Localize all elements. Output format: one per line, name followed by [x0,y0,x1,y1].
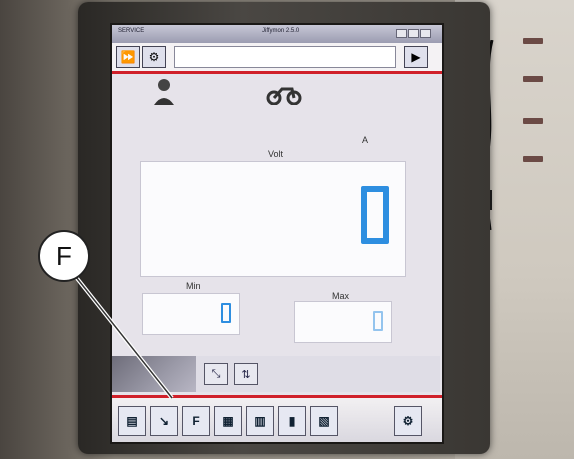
callout-label: F [56,240,72,271]
status-field [174,46,396,68]
max-label: Max [332,291,350,301]
fast-forward-icon: ⏩ [120,50,136,64]
grid-icon: ▦ [222,414,234,428]
title-bar-label: SERVICE [118,28,145,34]
zoom-button[interactable]: ⤡ [204,363,228,385]
max-readout-box: 0 [294,301,392,343]
bars-icon: ▮ [288,414,296,428]
close-button[interactable] [420,29,431,38]
keypad-panel [112,356,196,392]
play-button[interactable]: ▶ [404,46,428,68]
main-readout-digit [361,186,389,244]
minimize-button[interactable] [396,29,407,38]
operator-icon [154,79,174,105]
arrow-button[interactable]: ↘ [150,406,178,436]
tool-icon: ⚙ [148,50,160,64]
table-button[interactable]: ▥ [246,406,274,436]
min-readout-box: 0 [142,293,240,335]
grid-button[interactable]: ▦ [214,406,242,436]
wall-slot [523,156,543,162]
motorcycle-button[interactable]: ⚙ [394,406,422,436]
tool-button[interactable]: ⚙ [142,46,166,68]
callout-f: F [38,230,90,282]
arrow-icon: ↘ [158,414,170,428]
title-bar: SERVICE Jiffymon 2.5.0 [112,25,442,43]
book-icon: ▧ [318,414,330,428]
min-label: Min [186,281,201,291]
max-readout-digit [373,311,383,331]
scale-button[interactable]: ⇅ [234,363,258,385]
min-readout-digit [221,303,231,323]
main-toolbar: ⏩ ⚙ ▶ [112,43,442,74]
f-button-label: F [192,414,200,428]
motorcycle-icon [266,87,302,105]
f-button[interactable]: F [182,406,210,436]
main-readout-box: 0 [140,161,406,277]
chart-button[interactable]: ▤ [118,406,146,436]
play-icon: ▶ [411,50,421,64]
main-readout-label: Volt [268,149,284,159]
monitor-screen: SERVICE Jiffymon 2.5.0 ⏩ ⚙ ▶ A Volt 0 Mi… [110,23,444,444]
table-icon: ▥ [254,414,266,428]
unit-label: A [362,135,369,145]
wall-slot [523,76,543,82]
bottom-toolbar: ▤ ↘ F ▦ ▥ ▮ ▧ ⚙ [112,395,442,442]
maximize-button[interactable] [408,29,419,38]
book-button[interactable]: ▧ [310,406,338,436]
window-title: Jiffymon 2.5.0 [262,28,300,34]
bars-button[interactable]: ▮ [278,406,306,436]
motorcycle-icon: ⚙ [402,414,414,428]
wall-slot [523,38,543,44]
fast-forward-button[interactable]: ⏩ [116,46,140,68]
scale-icon: ⇅ [241,368,251,381]
chart-icon: ▤ [126,414,138,428]
zoom-icon: ⤡ [211,367,221,380]
wall-slot [523,118,543,124]
